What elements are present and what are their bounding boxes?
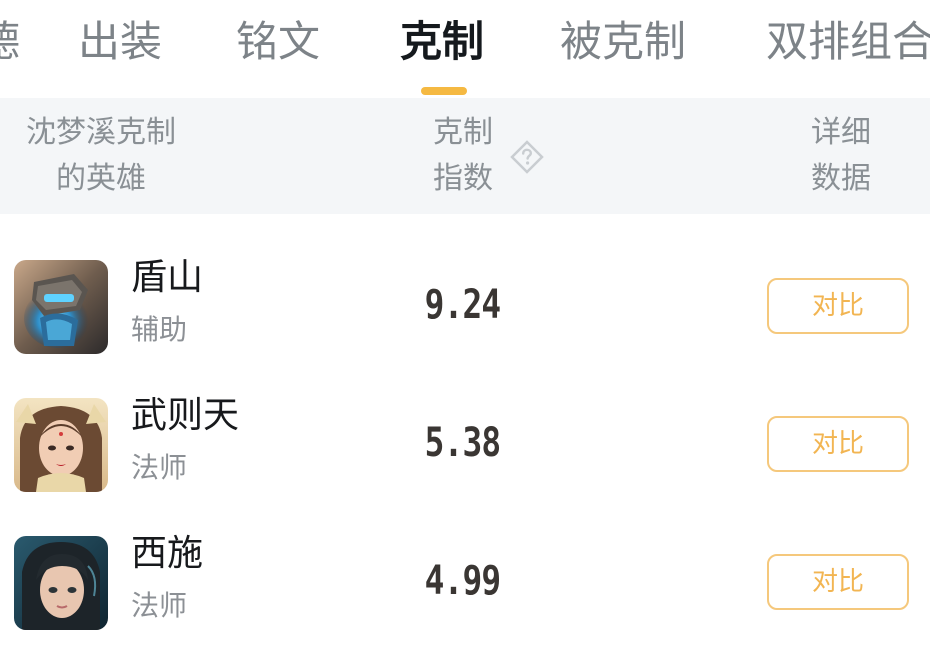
active-tab-indicator	[421, 87, 467, 95]
table-header: 沈梦溪克制 的英雄 克制 指数 详细 数据	[0, 98, 930, 214]
hero-column-header-line2: 的英雄	[56, 161, 146, 196]
hero-role: 辅助	[131, 313, 188, 346]
index-column-header-line2: 指数	[433, 161, 493, 196]
counter-score: 4.99	[424, 558, 502, 604]
table-row[interactable]: 武则天 法师 5.38 对比	[0, 376, 930, 514]
detail-column-header: 详细 数据	[806, 110, 876, 202]
index-column-header-line1: 克制	[433, 115, 493, 150]
hero-avatar-wuzetian[interactable]	[14, 398, 108, 492]
compare-button[interactable]: 对比	[767, 278, 909, 334]
hero-role: 法师	[131, 451, 188, 484]
compare-button[interactable]: 对比	[767, 416, 909, 472]
tab-inscription[interactable]: 铭文	[236, 14, 320, 70]
tab-equipment[interactable]: 出装	[78, 14, 162, 70]
hero-column-header-line1: 沈梦溪克制	[26, 115, 176, 150]
counter-score: 9.24	[424, 282, 502, 328]
hero-name: 盾山	[131, 257, 204, 298]
counter-score: 5.38	[424, 420, 502, 466]
hero-name: 西施	[131, 533, 204, 574]
tab-countered-by[interactable]: 被克制	[560, 14, 686, 70]
index-column-header: 克制 指数	[428, 110, 498, 202]
hero-name: 武则天	[131, 395, 240, 436]
table-row[interactable]: 盾山 辅助 9.24 对比	[0, 238, 930, 376]
question-help-icon[interactable]	[510, 140, 544, 174]
table-row[interactable]: 西施 法师 4.99 对比	[0, 514, 930, 652]
hero-column-header: 沈梦溪克制 的英雄	[14, 110, 188, 202]
compare-button[interactable]: 对比	[767, 554, 909, 610]
hero-avatar-dunshan[interactable]	[14, 260, 108, 354]
hero-avatar-xishi[interactable]	[14, 536, 108, 630]
hero-role: 法师	[131, 589, 188, 622]
tab-partial-left[interactable]: 德	[0, 14, 20, 70]
tab-counters[interactable]: 克制	[400, 14, 484, 70]
detail-column-header-line2: 数据	[811, 161, 871, 196]
detail-column-header-line1: 详细	[811, 115, 871, 150]
tab-duo-combo[interactable]: 双排组合	[766, 14, 930, 70]
tab-bar: 德 出装 铭文 克制 被克制 双排组合	[0, 0, 930, 98]
